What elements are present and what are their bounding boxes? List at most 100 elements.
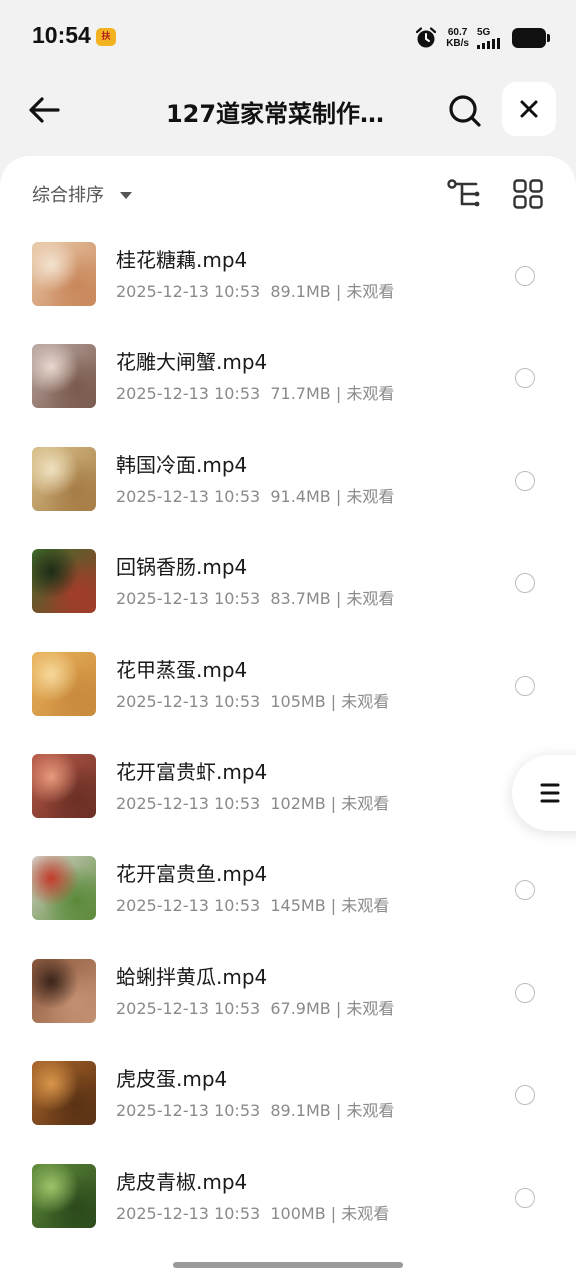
watch-status: 未观看: [346, 486, 395, 506]
file-item[interactable]: 虎皮青椒.mp4 2025-12-13 10:53 100MB | 未观看: [0, 1154, 576, 1256]
search-button[interactable]: [442, 88, 488, 134]
select-radio[interactable]: [515, 470, 535, 491]
file-name: 回锅香肠.mp4: [116, 555, 248, 580]
video-thumbnail: [32, 753, 96, 818]
watch-status: 未观看: [341, 1203, 390, 1223]
file-date: 2025-12-13 10:53: [116, 282, 261, 301]
file-meta: 2025-12-13 10:53 83.7MB | 未观看: [116, 585, 394, 609]
meta-divider: |: [330, 589, 347, 609]
file-item[interactable]: 韩国冷面.mp4 2025-12-13 10:53 91.4MB | 未观看: [0, 437, 576, 539]
file-meta: 2025-12-13 10:53 102MB | 未观看: [116, 790, 389, 814]
video-thumbnail: [32, 549, 96, 614]
back-button[interactable]: [22, 90, 66, 130]
watch-status: 未观看: [341, 793, 390, 813]
watch-status: 未观看: [346, 282, 395, 301]
network-type-label: 5G: [477, 27, 491, 38]
file-meta: 2025-12-13 10:53 145MB | 未观看: [116, 892, 389, 916]
watch-status: 未观看: [341, 896, 390, 916]
video-thumbnail: [32, 344, 96, 409]
file-size: 89.1MB: [270, 282, 331, 301]
notification-app-icon: 扶: [96, 28, 116, 46]
file-date: 2025-12-13 10:53: [116, 691, 261, 711]
file-name: 花开富贵虾.mp4: [116, 759, 268, 784]
sort-dropdown[interactable]: 综合排序: [32, 181, 132, 207]
file-item[interactable]: 回锅香肠.mp4 2025-12-13 10:53 83.7MB | 未观看: [0, 539, 576, 641]
network-type: 5G: [477, 27, 500, 49]
file-date: 2025-12-13 10:53: [116, 896, 261, 916]
video-thumbnail: [32, 856, 96, 921]
home-indicator: [173, 1262, 403, 1268]
sort-label: 综合排序: [32, 185, 104, 206]
select-radio[interactable]: [515, 368, 535, 389]
file-name: 花雕大闸蟹.mp4: [116, 350, 268, 375]
toolbar: 综合排序: [0, 156, 576, 232]
file-date: 2025-12-13 10:53: [116, 998, 261, 1018]
meta-divider: |: [330, 384, 347, 404]
file-item[interactable]: 桂花糖藕.mp4 2025-12-13 10:53 89.1MB | 未观看: [0, 232, 576, 334]
meta-divider: |: [330, 1101, 347, 1121]
alarm-icon: [416, 27, 437, 48]
video-thumbnail: [32, 1061, 96, 1126]
file-size: 145MB: [270, 896, 326, 916]
file-date: 2025-12-13 10:53: [116, 1101, 261, 1121]
select-radio[interactable]: [515, 1187, 535, 1208]
video-thumbnail: [32, 1163, 96, 1228]
file-item[interactable]: 花开富贵鱼.mp4 2025-12-13 10:53 145MB | 未观看: [0, 846, 576, 948]
select-radio[interactable]: [515, 1085, 535, 1106]
file-name: 韩国冷面.mp4: [116, 452, 248, 477]
page-title: 127道家常菜制作…: [165, 100, 385, 128]
file-meta: 2025-12-13 10:53 105MB | 未观看: [116, 688, 389, 712]
tree-view-icon[interactable]: [446, 178, 482, 210]
video-thumbnail: [32, 651, 96, 716]
select-radio[interactable]: [515, 675, 535, 696]
file-name: 花甲蒸蛋.mp4: [116, 657, 248, 682]
select-radio[interactable]: [515, 982, 535, 1003]
watch-status: 未观看: [346, 384, 395, 404]
meta-divider: |: [325, 1203, 342, 1223]
file-date: 2025-12-13 10:53: [116, 486, 261, 506]
file-size: 89.1MB: [270, 1101, 331, 1121]
status-bar: 10:54 扶 60.7 KB/s 5G: [0, 0, 576, 76]
file-item[interactable]: 蛤蜊拌黄瓜.mp4 2025-12-13 10:53 67.9MB | 未观看: [0, 949, 576, 1051]
status-time: 10:54: [32, 22, 91, 48]
file-name: 桂花糖藕.mp4: [116, 248, 248, 272]
network-speed-unit: KB/s: [446, 38, 469, 49]
file-item[interactable]: 花甲蒸蛋.mp4 2025-12-13 10:53 105MB | 未观看: [0, 642, 576, 744]
battery-icon: [512, 28, 550, 48]
header: 127道家常菜制作…: [0, 76, 576, 156]
meta-divider: |: [330, 998, 347, 1018]
file-meta: 2025-12-13 10:53 71.7MB | 未观看: [116, 380, 394, 404]
grid-view-icon[interactable]: [512, 178, 544, 210]
network-speed-value: 60.7: [447, 27, 468, 38]
menu-icon: [540, 783, 560, 803]
file-size: 91.4MB: [270, 486, 331, 506]
caret-down-icon: [120, 191, 132, 199]
meta-divider: |: [325, 691, 342, 711]
file-name: 蛤蜊拌黄瓜.mp4: [116, 964, 268, 989]
close-button[interactable]: [502, 82, 556, 136]
file-date: 2025-12-13 10:53: [116, 793, 261, 813]
file-list: 桂花糖藕.mp4 2025-12-13 10:53 89.1MB | 未观看 花雕大…: [0, 232, 576, 1256]
network-speed: 60.7 KB/s: [446, 27, 469, 49]
file-meta: 2025-12-13 10:53 67.9MB | 未观看: [116, 995, 394, 1019]
file-date: 2025-12-13 10:53: [116, 1203, 261, 1223]
close-icon: [520, 100, 538, 118]
status-icons: 60.7 KB/s 5G: [414, 24, 550, 52]
file-meta: 2025-12-13 10:53 91.4MB | 未观看: [116, 483, 394, 507]
file-name: 虎皮青椒.mp4: [116, 1169, 248, 1194]
select-radio[interactable]: [515, 266, 535, 286]
file-meta: 2025-12-13 10:53 89.1MB | 未观看: [116, 1097, 394, 1121]
select-radio[interactable]: [515, 573, 535, 594]
file-item[interactable]: 花雕大闸蟹.mp4 2025-12-13 10:53 71.7MB | 未观看: [0, 334, 576, 436]
file-size: 67.9MB: [270, 998, 331, 1018]
watch-status: 未观看: [346, 1101, 395, 1121]
select-radio[interactable]: [515, 880, 535, 901]
file-date: 2025-12-13 10:53: [116, 589, 261, 609]
file-size: 100MB: [270, 1203, 326, 1223]
file-date: 2025-12-13 10:53: [116, 384, 261, 404]
file-item[interactable]: 花开富贵虾.mp4 2025-12-13 10:53 102MB | 未观看: [0, 744, 576, 846]
watch-status: 未观看: [341, 691, 390, 711]
file-item[interactable]: 虎皮蛋.mp4 2025-12-13 10:53 89.1MB | 未观看: [0, 1051, 576, 1153]
meta-divider: |: [330, 282, 347, 301]
arrow-left-icon: [29, 97, 60, 123]
